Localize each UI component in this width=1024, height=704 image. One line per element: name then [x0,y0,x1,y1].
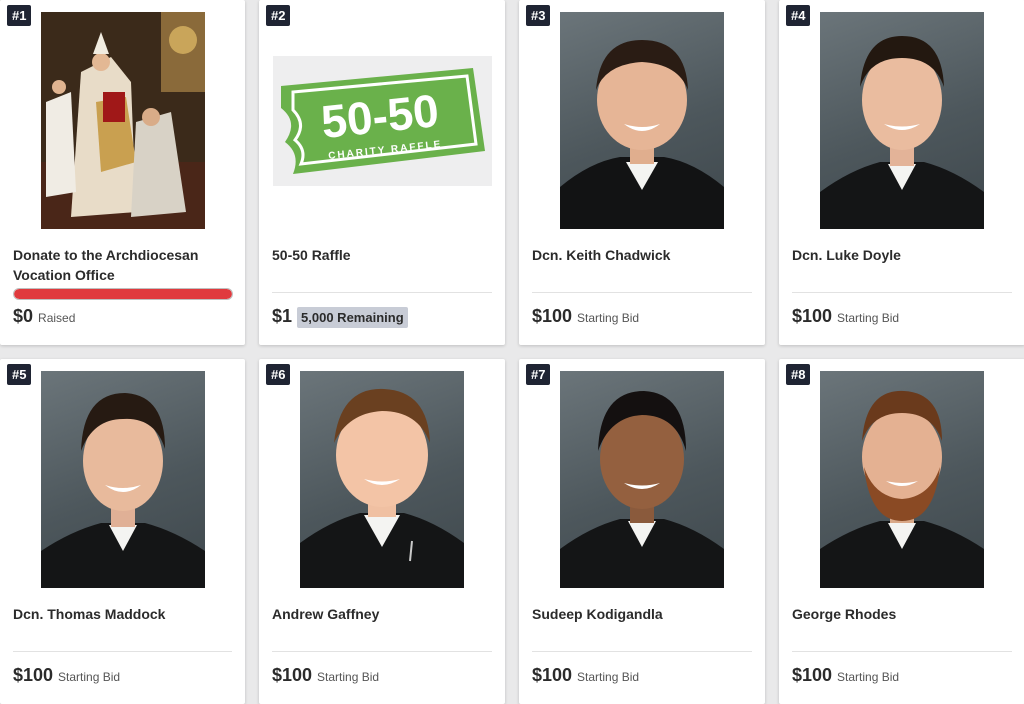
item-price: $100 Starting Bid [792,665,1012,686]
item-title[interactable]: Dcn. Luke Doyle [792,245,1012,265]
item-amount-label: Starting Bid [837,670,900,684]
item-portrait-image[interactable] [560,12,724,229]
item-amount-label: Starting Bid [577,311,640,325]
auction-item-card[interactable]: #2 50-50 CHARITY RAFFLE 50-50 Raffle $1 … [259,0,505,345]
raffle-ticket-logo: 50-50 CHARITY RAFFLE [281,68,485,174]
progress-fill [14,289,232,299]
auction-item-card[interactable]: #1 Donate to the Archdiocesan Vocation O… [0,0,245,345]
item-title[interactable]: George Rhodes [792,604,1012,624]
item-title[interactable]: Dcn. Thomas Maddock [13,604,232,624]
item-amount: $100 [532,665,573,685]
card-divider [532,651,752,652]
item-price: $1 5,000 Remaining [272,306,492,328]
remaining-badge: 5,000 Remaining [297,307,408,328]
item-portrait-image[interactable] [820,12,984,229]
item-portrait-image[interactable] [820,371,984,588]
item-title[interactable]: 50-50 Raffle [272,245,492,265]
item-title[interactable]: Sudeep Kodigandla [532,604,752,624]
card-divider [792,651,1012,652]
item-amount: $1 [272,306,293,326]
auction-item-card[interactable]: #5 Dcn. Thomas Maddock $100 Starting Bid [0,359,245,704]
item-price: $100 Starting Bid [272,665,492,686]
item-amount: $100 [13,665,54,685]
card-divider [792,292,1012,293]
portrait [300,388,464,588]
item-amount-label: Starting Bid [317,670,380,684]
card-divider [13,651,232,652]
item-amount-label: Starting Bid [837,311,900,325]
raffle-logo-image[interactable]: 50-50 CHARITY RAFFLE [273,56,492,186]
item-title[interactable]: Donate to the Archdiocesan Vocation Offi… [13,245,232,285]
item-amount: $100 [792,665,833,685]
item-portrait-image[interactable] [560,371,724,588]
item-price: $100 Starting Bid [13,665,232,686]
auction-item-card[interactable]: #6 Andrew Gaffney $100 Starting Bid [259,359,505,704]
item-number-badge: #4 [786,5,811,26]
painting-artwork [41,12,205,229]
auction-item-card[interactable]: #4 Dcn. Luke Doyle $100 Starting Bid [779,0,1024,345]
item-number-badge: #1 [7,5,32,26]
item-portrait-image[interactable] [300,371,464,588]
item-amount-label: Raised [38,311,76,325]
item-amount: $100 [792,306,833,326]
item-number-badge: #5 [7,364,32,385]
item-number-badge: #6 [266,364,291,385]
item-number-badge: #3 [526,5,551,26]
item-price: $100 Starting Bid [532,665,752,686]
auction-item-grid: #1 Donate to the Archdiocesan Vocation O… [0,0,1024,704]
item-price: $100 Starting Bid [792,306,1012,327]
item-amount: $0 [13,306,34,326]
auction-item-card[interactable]: #8 George Rhodes $100 Starting Bid [779,359,1024,704]
item-number-badge: #2 [266,5,291,26]
item-painting-image[interactable] [41,12,205,229]
item-price: $100 Starting Bid [532,306,752,327]
portrait [41,393,205,588]
portrait [820,36,984,229]
card-divider [272,292,492,293]
portrait [560,391,724,588]
auction-item-card[interactable]: #3 Dcn. Keith Chadwick $100 Starting Bid [519,0,765,345]
item-amount: $100 [532,306,573,326]
item-amount: $100 [272,665,313,685]
item-title[interactable]: Andrew Gaffney [272,604,492,624]
item-title[interactable]: Dcn. Keith Chadwick [532,245,752,265]
item-price: $0 Raised [13,306,232,327]
item-amount-label: Starting Bid [577,670,640,684]
portrait [560,40,724,229]
auction-item-card[interactable]: #7 Sudeep Kodigandla $100 Starting Bid [519,359,765,704]
card-divider [532,292,752,293]
fundraising-progress-bar [13,288,233,300]
item-number-badge: #8 [786,364,811,385]
portrait [820,390,984,588]
item-portrait-image[interactable] [41,371,205,588]
card-divider [272,651,492,652]
item-number-badge: #7 [526,364,551,385]
item-amount-label: Starting Bid [58,670,121,684]
